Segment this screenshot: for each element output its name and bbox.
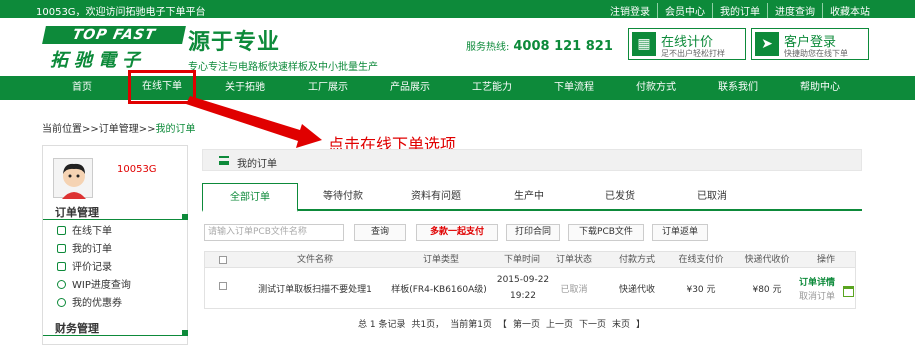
pager-bracket-left: 【: [497, 320, 507, 330]
order-tabs: 全部订单 等待付款 资料有问题 生产中 已发货 已取消: [202, 183, 862, 212]
sidebar-item-wip-progress[interactable]: WIP进度查询: [57, 279, 131, 293]
pager-bracket-right: 】: [636, 320, 646, 330]
section-finance-management: 财务管理: [43, 320, 188, 336]
coupon-icon: [57, 298, 66, 307]
sidebar-item-label: 评价记录: [72, 262, 112, 273]
sidebar-item-my-orders[interactable]: 我的订单: [57, 243, 112, 257]
col-order-type: 订单类型: [422, 255, 459, 265]
col-file-name: 文件名称: [296, 255, 333, 265]
tab-in-production[interactable]: 生产中: [484, 183, 574, 211]
pagination: 总 1 条记录 共1页， 当前第1页【第一页 上一页 下一页 末页】: [358, 317, 651, 330]
current-page: 当前第1页: [450, 320, 492, 330]
sidebar-item-online-order[interactable]: 在线下单: [57, 225, 112, 239]
prev-page-link[interactable]: 上一页: [546, 320, 573, 330]
sidebar-item-coupons[interactable]: 我的优惠券: [57, 297, 122, 311]
next-page-link[interactable]: 下一页: [579, 320, 606, 330]
print-contract-button[interactable]: 打印合同: [506, 224, 560, 241]
total-pages: 共1页，: [411, 320, 445, 330]
row-order-clock: 19:22: [510, 291, 536, 301]
trash-icon[interactable]: [843, 286, 854, 297]
main-panel: 我的订单 全部订单 等待付款 资料有问题 生产中 已发货 已取消 请输入订单PC…: [194, 145, 874, 345]
row-cod-price: ¥80 元: [752, 285, 782, 295]
row-order-date: 2015-09-22: [496, 275, 550, 285]
page-title: 我的订单: [237, 159, 277, 170]
order-detail-link[interactable]: 订单详情: [791, 275, 843, 288]
row-file-name: 测试订单取板扫描不要处理1: [258, 285, 372, 295]
list-icon: [57, 244, 66, 253]
search-input[interactable]: 请输入订单PCB文件名称: [204, 224, 344, 241]
tab-all-orders[interactable]: 全部订单: [202, 183, 298, 212]
first-page-link[interactable]: 第一页: [513, 320, 540, 330]
order-toolbar: 请输入订单PCB文件名称 查询 多款一起支付 打印合同 下载PCB文件 订单返单: [204, 223, 864, 243]
col-online-price: 在线支付价: [678, 255, 724, 265]
cancel-order-link[interactable]: 取消订单: [791, 289, 843, 302]
tab-awaiting-payment[interactable]: 等待付款: [298, 183, 388, 211]
col-payment: 付款方式: [618, 255, 655, 265]
row-payment: 快递代收: [618, 285, 655, 295]
sidebar-item-label: WIP进度查询: [72, 280, 131, 291]
panel-title-bar: 我的订单: [202, 149, 862, 171]
section-order-management: 订单管理: [43, 204, 188, 220]
avatar-icon: [62, 163, 86, 199]
username: 10053G: [117, 164, 157, 175]
row-order-type: 样板(FR4-KB6160A级): [391, 285, 487, 295]
tab-shipped[interactable]: 已发货: [574, 183, 666, 211]
row-checkbox[interactable]: [219, 282, 227, 290]
sidebar-item-label: 在线下单: [72, 226, 112, 237]
last-page-link[interactable]: 末页: [612, 320, 630, 330]
tab-cancelled[interactable]: 已取消: [666, 183, 758, 211]
multi-pay-button[interactable]: 多款一起支付: [416, 224, 498, 241]
order-table: 文件名称 订单类型 下单时间 订单状态 付款方式 在线支付价 快递代收价 操作 …: [204, 251, 856, 309]
avatar: [53, 158, 93, 199]
progress-icon: [57, 280, 66, 289]
col-cod-price: 快递代收价: [744, 255, 790, 265]
search-button[interactable]: 查询: [354, 224, 406, 241]
tab-file-issue[interactable]: 资料有问题: [388, 183, 484, 211]
col-order-status: 订单状态: [555, 255, 592, 265]
sidebar-item-label: 我的订单: [72, 244, 112, 255]
row-online-price: ¥30 元: [686, 285, 716, 295]
row-order-status: 已取消: [560, 285, 588, 295]
col-operation: 操作: [816, 255, 835, 265]
menu-icon: [219, 156, 229, 165]
order-icon: [57, 226, 66, 235]
sidebar-item-reviews[interactable]: 评价记录: [57, 261, 112, 275]
select-all-checkbox[interactable]: [219, 256, 227, 264]
comment-icon: [57, 262, 66, 271]
download-pcb-button[interactable]: 下载PCB文件: [568, 224, 644, 241]
col-order-time: 下单时间: [503, 255, 540, 265]
reorder-button[interactable]: 订单返单: [652, 224, 708, 241]
sidebar-item-label: 我的优惠券: [72, 298, 122, 309]
sidebar: 10053G 订单管理 在线下单 我的订单 评价记录 WIP进度查询 我的优惠券…: [42, 145, 188, 345]
total-records: 总 1 条记录: [358, 320, 406, 330]
